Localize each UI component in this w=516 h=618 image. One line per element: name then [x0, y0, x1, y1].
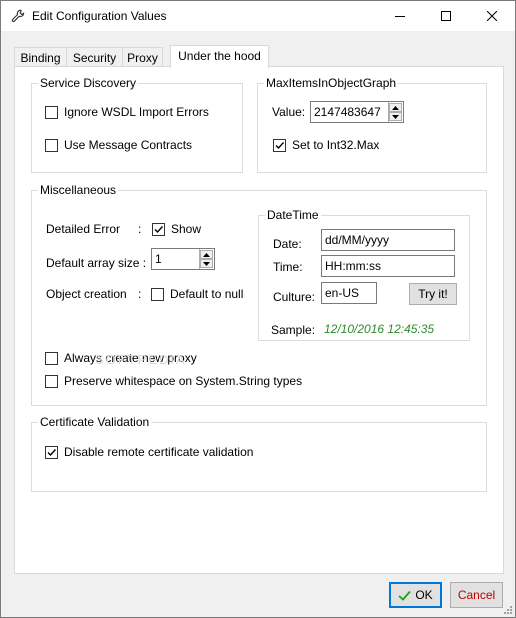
check-icon — [398, 590, 412, 601]
cancel-button[interactable]: Cancel — [450, 582, 503, 608]
disable-remote-cert-label[interactable]: Disable remote certificate validation — [64, 445, 253, 459]
tab-proxy[interactable]: Proxy — [122, 47, 163, 67]
sample-label: Sample: — [271, 323, 316, 337]
culture-label: Culture: — [273, 290, 316, 304]
group-title: Service Discovery — [38, 76, 139, 90]
minimize-icon — [395, 16, 405, 17]
date-label: Date: — [273, 237, 302, 251]
datetime-group: DateTime Date: dd/MM/yyyy Time: HH:mm:ss… — [258, 208, 470, 341]
default-to-null-checkbox[interactable] — [151, 288, 164, 301]
default-array-size-label: Default array size : — [46, 256, 147, 270]
ignore-wsdl-checkbox[interactable] — [45, 106, 58, 119]
time-label: Time: — [273, 260, 303, 274]
culture-input[interactable]: en-US — [321, 282, 377, 304]
tab-security[interactable]: Security — [66, 47, 123, 67]
max-items-value: 2147483647 — [314, 105, 381, 119]
detailed-error-label: Detailed Error — [46, 222, 121, 236]
tab-panel: Service Discovery Ignore WSDL Import Err… — [14, 66, 504, 574]
disable-remote-cert-checkbox[interactable] — [45, 446, 58, 459]
tab-binding[interactable]: Binding — [14, 47, 67, 67]
maximize-button[interactable] — [423, 1, 469, 31]
array-size-value: 1 — [155, 252, 162, 266]
try-it-button[interactable]: Try it! — [409, 283, 457, 305]
wrench-icon — [11, 9, 25, 23]
max-items-group: MaxItemsInObjectGraph Value: 2147483647 … — [257, 76, 487, 173]
title-bar[interactable]: Edit Configuration Values — [1, 1, 515, 31]
arrow-up-icon — [203, 252, 210, 257]
cancel-label: Cancel — [457, 588, 496, 602]
date-format-input[interactable]: dd/MM/yyyy — [321, 229, 455, 251]
group-title: MaxItemsInObjectGraph — [264, 76, 399, 90]
time-format-input[interactable]: HH:mm:ss — [321, 255, 455, 277]
spin-up-button[interactable] — [200, 250, 213, 259]
time-format-value: HH:mm:ss — [325, 259, 381, 273]
service-discovery-group: Service Discovery Ignore WSDL Import Err… — [31, 76, 243, 173]
maximize-icon — [441, 11, 451, 21]
checkmark-icon — [275, 142, 285, 150]
arrow-up-icon — [392, 105, 399, 110]
group-title: Certificate Validation — [38, 415, 152, 429]
use-message-contracts-label[interactable]: Use Message Contracts — [64, 138, 192, 152]
sample-value: 12/10/2016 12:45:35 — [324, 322, 435, 336]
arrow-down-icon — [392, 114, 399, 119]
array-size-spinner[interactable] — [199, 249, 213, 269]
show-error-label[interactable]: Show — [171, 222, 201, 236]
group-title: Miscellaneous — [38, 183, 119, 197]
try-it-label: Try it! — [418, 287, 448, 301]
use-message-contracts-checkbox[interactable] — [45, 139, 58, 152]
default-to-null-label[interactable]: Default to null — [170, 287, 243, 301]
date-format-value: dd/MM/yyyy — [325, 233, 390, 247]
checkmark-icon — [47, 449, 57, 457]
set-int32-checkbox[interactable] — [273, 139, 286, 152]
set-int32-label[interactable]: Set to Int32.Max — [292, 138, 379, 152]
dialog-window: Edit Configuration Values Binding Securi… — [0, 0, 516, 618]
culture-value: en-US — [325, 286, 360, 300]
close-button[interactable] — [469, 1, 515, 31]
show-error-checkbox[interactable] — [152, 223, 165, 236]
arrow-down-icon — [203, 261, 210, 266]
miscellaneous-group: Miscellaneous Detailed Error : Show Defa… — [31, 183, 487, 406]
resize-grip-icon[interactable] — [501, 605, 513, 618]
close-icon — [487, 11, 497, 21]
checkmark-icon — [154, 226, 164, 234]
certificate-validation-group: Certificate Validation Disable remote ce… — [31, 415, 487, 492]
always-new-proxy-checkbox[interactable] — [45, 352, 58, 365]
tab-under-the-hood[interactable]: Under the hood — [170, 45, 269, 68]
minimize-button[interactable] — [377, 1, 423, 31]
spin-down-button[interactable] — [389, 112, 402, 121]
group-title: DateTime — [265, 208, 321, 222]
max-items-spinner[interactable] — [388, 102, 402, 122]
object-creation-label: Object creation — [46, 287, 127, 301]
watermark: SOFTPEDIA — [95, 352, 187, 367]
spin-up-button[interactable] — [389, 103, 402, 112]
window-title: Edit Configuration Values — [32, 9, 167, 23]
ok-label: OK — [415, 588, 433, 602]
ok-button[interactable]: OK — [389, 582, 442, 608]
object-creation-colon: : — [138, 287, 142, 301]
detailed-error-colon: : — [138, 222, 142, 236]
value-label: Value: — [272, 105, 306, 119]
preserve-whitespace-checkbox[interactable] — [45, 375, 58, 388]
spin-down-button[interactable] — [200, 259, 213, 268]
ignore-wsdl-label[interactable]: Ignore WSDL Import Errors — [64, 105, 209, 119]
preserve-whitespace-label[interactable]: Preserve whitespace on System.String typ… — [64, 374, 302, 388]
